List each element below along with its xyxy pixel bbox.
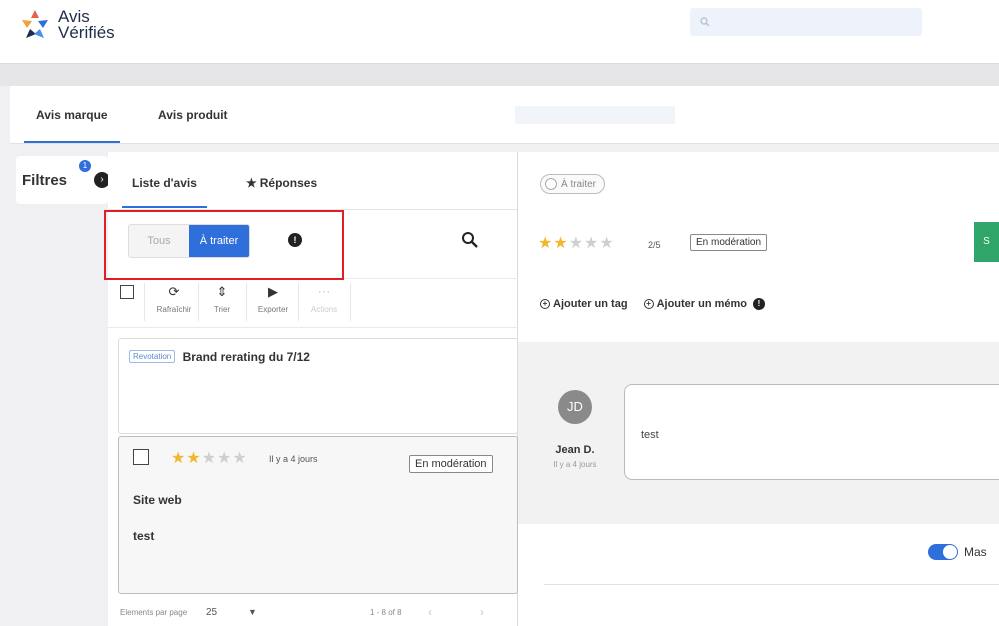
author-name: Jean D.	[555, 444, 595, 456]
add-links: + Ajouter un tag + Ajouter un mémo !	[540, 298, 766, 310]
a-traiter-toggle[interactable]: À traiter	[540, 174, 606, 194]
comment-bubble: test	[624, 384, 999, 480]
detail-rating-stars: ★ ★ ★ ★ ★	[538, 236, 614, 252]
avis-verifies-logo-icon	[22, 10, 48, 38]
export-icon: ▶	[268, 284, 278, 299]
plus-circle-icon: +	[540, 299, 550, 309]
add-memo-label: Ajouter un mémo	[656, 298, 748, 310]
review-card[interactable]: Revotation Brand rerating du 7/12	[118, 338, 518, 434]
next-page-icon[interactable]: ›	[480, 605, 484, 619]
search-icon[interactable]	[460, 230, 480, 250]
refresh-icon: ⟳	[168, 284, 180, 299]
toolbar-divider	[144, 283, 145, 321]
top-bar: Avis Vérifiés	[0, 0, 999, 64]
tab-reponses[interactable]: ★ Réponses	[246, 176, 317, 190]
toggle-switch-icon[interactable]	[928, 544, 958, 560]
review-rating-stars: ★ ★ ★ ★ ★	[171, 451, 247, 467]
star-empty-icon: ★	[584, 235, 599, 252]
toolbar-divider	[298, 283, 299, 321]
mask-toggle-label: Mas	[964, 545, 987, 559]
add-tag-label: Ajouter un tag	[553, 298, 628, 310]
review-text: test	[133, 529, 155, 543]
more-icon: ⋯	[317, 284, 331, 299]
star-icon: ★	[246, 176, 257, 190]
refresh-button[interactable]: ⟳ Rafraîchir	[152, 283, 196, 314]
plus-circle-icon: +	[643, 299, 654, 309]
filters-label: Filtres	[22, 171, 68, 189]
items-per-page-label: Elements par page	[120, 607, 188, 617]
brand-name-line2: Vérifiés	[58, 23, 115, 42]
brand-logo[interactable]: Avis Vérifiés	[18, 8, 115, 42]
sort-icon: ⇕	[216, 284, 228, 299]
prev-page-icon[interactable]: ‹	[428, 605, 432, 619]
divider	[544, 584, 999, 585]
pagination: Elements par page 25 ▼ 1 - 8 of 8 ‹ ›	[108, 598, 518, 626]
tab-avis-produit[interactable]: Avis produit	[158, 108, 228, 122]
review-source: Site web	[133, 493, 182, 507]
select-all-checkbox[interactable]	[120, 285, 134, 299]
star-filled-icon: ★	[553, 235, 568, 252]
star-empty-icon: ★	[568, 235, 584, 252]
toolbar-divider	[246, 283, 247, 321]
export-button[interactable]: ▶ Exporter	[251, 283, 295, 314]
tab-liste-avis[interactable]: Liste d'avis	[122, 176, 207, 208]
review-sub-tabs: Liste d'avis ★ Réponses	[108, 152, 517, 210]
actions-button[interactable]: ⋯ Actions	[302, 283, 346, 314]
review-time: Il y a 4 jours	[269, 454, 318, 464]
items-per-page-select[interactable]: 25	[206, 607, 217, 618]
star-empty-icon: ★	[217, 450, 232, 467]
review-card-selected[interactable]: ★ ★ ★ ★ ★ Il y a 4 jours En modération S…	[118, 436, 518, 594]
filters-count-badge: 1	[79, 160, 91, 172]
star-empty-icon: ★	[232, 450, 247, 467]
info-icon[interactable]: !	[753, 298, 766, 310]
star-empty-icon: ★	[599, 235, 614, 252]
review-title: Brand rerating du 7/12	[182, 349, 310, 364]
annotation-highlight-box	[104, 210, 344, 280]
star-filled-icon: ★	[171, 450, 186, 467]
detail-status-badge: En modération	[690, 234, 768, 251]
add-tag-button[interactable]: + Ajouter un tag	[540, 298, 628, 310]
comment-time: Il y a 4 jours	[553, 460, 597, 469]
star-empty-icon: ★	[201, 450, 217, 467]
header-separator	[0, 64, 999, 86]
actions-label: Actions	[310, 305, 338, 314]
comment-text: test	[641, 429, 659, 441]
sort-button[interactable]: ⇕ Trier	[200, 283, 244, 314]
sort-label: Trier	[213, 305, 231, 314]
green-action-button[interactable]: S	[974, 222, 999, 262]
list-toolbar: ⟳ Rafraîchir ⇕ Trier ▶ Exporter ⋯ Action…	[108, 278, 518, 328]
export-label: Exporter	[257, 305, 289, 314]
star-filled-icon: ★	[186, 450, 201, 467]
refresh-label: Rafraîchir	[156, 305, 192, 314]
search-icon	[700, 17, 710, 27]
add-memo-button[interactable]: + Ajouter un mémo !	[643, 298, 766, 310]
rating-value: 2/5	[648, 240, 661, 250]
toggle-knob	[545, 178, 557, 190]
mask-toggle[interactable]: Mas	[928, 544, 987, 560]
a-traiter-toggle-label: À traiter	[561, 178, 597, 190]
avatar: JD	[558, 390, 592, 424]
review-checkbox[interactable]	[133, 449, 149, 465]
page-range: 1 - 8 of 8	[370, 607, 402, 617]
review-tag-chip: Revotation	[129, 350, 176, 364]
status-badge: En modération	[409, 455, 493, 473]
star-filled-icon: ★	[538, 235, 553, 252]
tabs-placeholder	[515, 106, 675, 124]
main-tabs: Avis marque Avis produit	[10, 86, 999, 144]
tab-avis-marque[interactable]: Avis marque	[24, 108, 120, 143]
chevron-down-icon[interactable]: ▼	[248, 607, 257, 617]
filters-button[interactable]: Filtres 1 ›	[16, 156, 110, 204]
toolbar-divider	[350, 283, 351, 321]
global-search-input[interactable]	[690, 8, 922, 36]
toolbar-divider	[198, 283, 199, 321]
review-comment-zone: JD Jean D. Il y a 4 jours test	[518, 342, 999, 524]
tab-reponses-label: Réponses	[259, 176, 318, 190]
review-detail-panel: À traiter ★ ★ ★ ★ ★ 2/5 En modération S …	[518, 152, 999, 626]
